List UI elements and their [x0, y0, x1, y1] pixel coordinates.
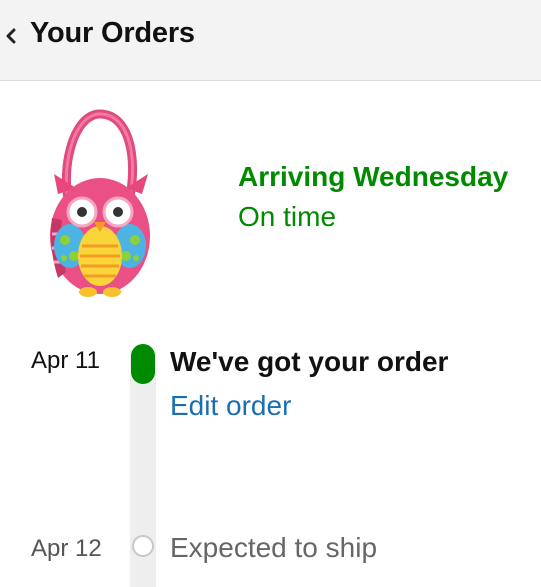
delivery-title: Arriving Wednesday	[238, 161, 509, 192]
delivery-status: On time	[238, 201, 337, 232]
step-date: Apr 11	[31, 347, 100, 374]
page-title: Your Orders	[30, 17, 195, 49]
timeline-pending-marker	[132, 535, 154, 557]
owl-bag-image	[50, 109, 150, 297]
product-image[interactable]	[40, 106, 160, 302]
timeline-complete-marker	[131, 344, 155, 384]
back-button[interactable]	[0, 0, 28, 81]
header-bar: Your Orders	[0, 0, 541, 81]
edit-order-link[interactable]: Edit order	[170, 390, 291, 422]
chevron-left-icon	[6, 28, 16, 44]
step-title: Expected to ship	[170, 532, 378, 563]
step-date: Apr 12	[31, 535, 102, 562]
step-title: We've got your order	[170, 346, 449, 377]
